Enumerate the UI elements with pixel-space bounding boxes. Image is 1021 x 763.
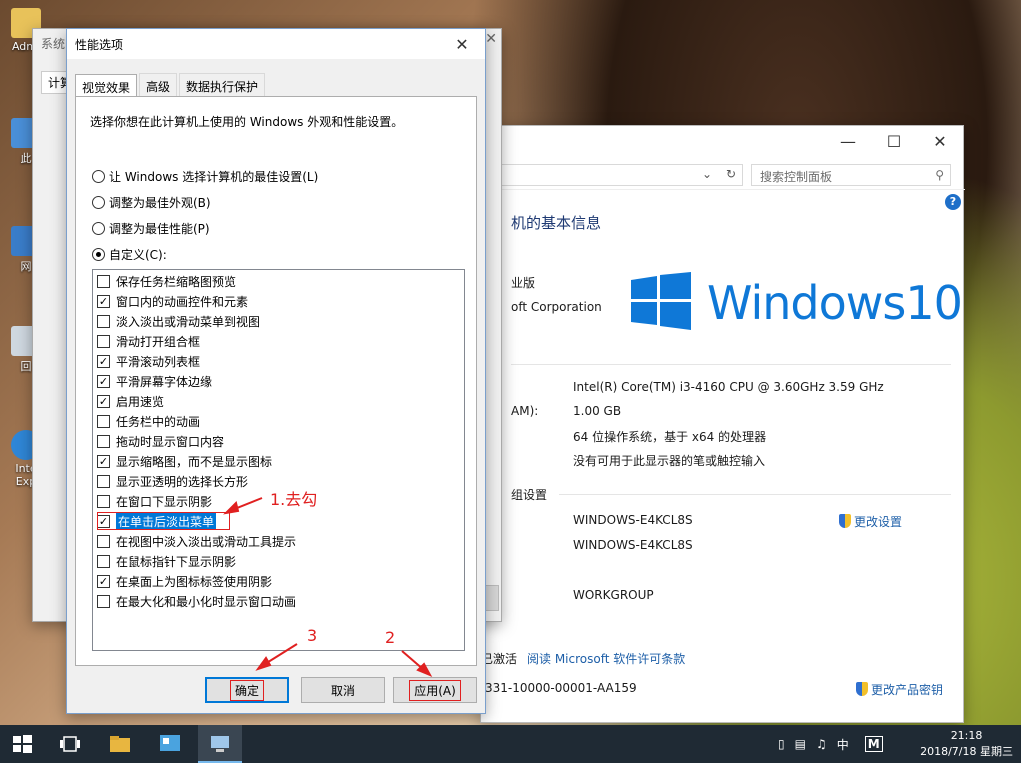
annotation-step-1: 1.去勾 <box>270 490 318 509</box>
usb-icon[interactable]: ▯ <box>778 737 785 751</box>
arrow-head <box>223 501 240 515</box>
ime-indicator[interactable]: 中 <box>837 736 849 753</box>
network-icon[interactable]: ▤ <box>795 737 806 751</box>
file-explorer-icon[interactable] <box>108 732 132 756</box>
annotation-step-2: 2 <box>385 628 396 647</box>
control-panel-icon[interactable] <box>158 732 182 756</box>
arrow-head <box>255 656 272 671</box>
taskbar-active-app[interactable] <box>198 725 242 763</box>
annotation-arrows <box>223 497 433 678</box>
taskbar: ▯ ▤ ♫ 中 M 21:18 2018/7/18 星期三 <box>0 725 1021 763</box>
clock[interactable]: 21:18 2018/7/18 星期三 <box>920 728 1013 760</box>
annotation-step-3: 3 <box>307 626 318 645</box>
arrow-step-3 <box>264 643 298 665</box>
system-tray: ▯ ▤ ♫ 中 M <box>778 725 883 763</box>
clock-date: 2018/7/18 星期三 <box>920 745 1013 758</box>
ime-mode-indicator[interactable]: M <box>864 736 883 752</box>
task-view-icon[interactable] <box>58 732 82 756</box>
system-icon <box>211 736 229 752</box>
volume-icon[interactable]: ♫ <box>816 737 827 751</box>
clock-time: 21:18 <box>950 729 983 742</box>
start-button[interactable] <box>10 732 34 756</box>
